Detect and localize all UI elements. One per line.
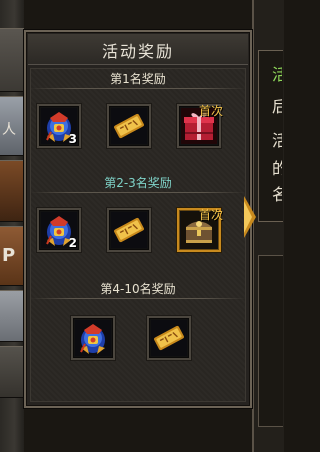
left-tile <box>0 290 24 342</box>
first-time-tag: 首次 <box>198 208 223 222</box>
right-panel-line: 的 <box>272 160 282 178</box>
reward-slot[interactable] <box>71 316 115 360</box>
left-tile: P <box>0 226 24 286</box>
reward-slot[interactable] <box>147 316 191 360</box>
section-label-rank-2-3: 第2-3名奖励 <box>104 176 172 190</box>
section-divider <box>30 88 246 89</box>
reward-slot[interactable]: 3 <box>37 104 81 148</box>
gold-scroll-icon <box>151 320 187 356</box>
left-tile <box>0 346 24 398</box>
left-edge-text: P <box>2 245 16 266</box>
reward-slot[interactable]: 首次 <box>177 104 223 148</box>
right-panel-line: 后 <box>272 98 282 116</box>
reward-slot[interactable] <box>107 208 151 252</box>
item-count-badge: 3 <box>68 132 77 146</box>
popup-header: 活动奖励 <box>28 34 248 65</box>
reward-slot-selected[interactable]: 首次 <box>177 208 223 252</box>
section-divider <box>30 298 246 299</box>
left-tile <box>0 28 24 92</box>
section-divider <box>30 192 246 193</box>
reward-slot[interactable]: 2 <box>37 208 81 252</box>
gold-scroll-icon <box>111 212 147 248</box>
left-background-strip: 人 P <box>0 0 24 452</box>
popup-title: 活动奖励 <box>101 42 174 61</box>
gold-scroll-icon <box>111 108 147 144</box>
right-panel-line: 名 <box>272 186 282 204</box>
right-panel-line: 活 <box>272 132 282 150</box>
activity-reward-popup: 活动奖励 第1名奖励 3 首次 第2-3名奖励 2 首次 第4-10名奖励 <box>24 30 252 408</box>
section-label-rank-1: 第1名奖励 <box>110 72 166 86</box>
reward-slot[interactable] <box>107 104 151 148</box>
section-label-rank-4-10: 第4-10名奖励 <box>100 282 176 296</box>
left-edge-text: 人 <box>2 122 16 138</box>
first-time-tag: 首次 <box>198 104 223 118</box>
right-empty-box <box>258 255 283 427</box>
armor-bag-icon <box>75 320 111 356</box>
item-count-badge: 2 <box>68 236 77 250</box>
left-tile: 人 <box>0 96 24 156</box>
expand-arrow-icon[interactable] <box>244 196 256 238</box>
left-tile <box>0 160 24 222</box>
right-panel-line: 活 <box>272 66 282 84</box>
